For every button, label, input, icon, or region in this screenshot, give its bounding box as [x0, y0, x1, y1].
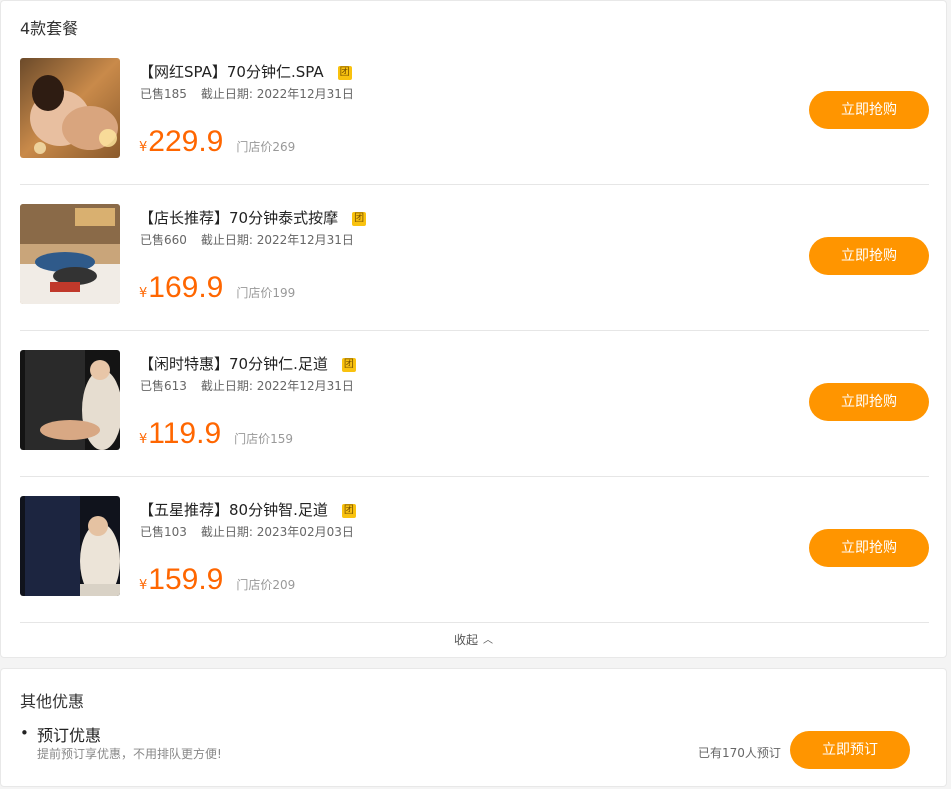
- deadline: 截止日期: 2022年12月31日: [200, 233, 354, 247]
- group-buy-badge: 团: [337, 66, 352, 80]
- deadline: 截止日期: 2022年12月31日: [200, 379, 354, 393]
- deal-price: 169.9: [148, 271, 224, 304]
- deal-thumbnail[interactable]: [20, 58, 120, 158]
- chevron-up-icon: ︿: [483, 635, 493, 646]
- sold-count: 已售660: [140, 233, 187, 247]
- sold-count: 已售185: [140, 87, 187, 101]
- deal-meta: 已售660 截止日期: 2022年12月31日: [140, 231, 354, 248]
- deal-name[interactable]: 【闲时特惠】70分钟仁.足道团: [139, 353, 356, 374]
- deal-name[interactable]: 【网红SPA】70分钟仁.SPA 团: [139, 61, 352, 82]
- foot-massage-photo: [20, 350, 120, 450]
- foot-massage-photo-2: [20, 496, 120, 596]
- price-row: ¥119.9 门店价159: [139, 417, 293, 453]
- store-price: 门店价269: [236, 140, 296, 154]
- store-price: 门店价209: [236, 578, 296, 592]
- group-buy-badge: 团: [341, 358, 356, 372]
- packages-title: 4款套餐: [20, 19, 79, 38]
- deal-price: 119.9: [148, 417, 222, 450]
- deadline: 截止日期: 2023年02月03日: [200, 525, 354, 539]
- spa-massage-photo: [20, 58, 120, 158]
- other-offers-card: 其他优惠 • 预订优惠 提前预订享优惠，不用排队更方便! 已有170人预订 立即…: [0, 668, 947, 787]
- reservation-count: 已有170人预订: [698, 746, 781, 760]
- thai-massage-photo: [20, 204, 120, 304]
- deal-thumbnail[interactable]: [20, 204, 120, 304]
- deadline: 截止日期: 2022年12月31日: [200, 87, 354, 101]
- currency-symbol: ¥: [139, 578, 148, 593]
- currency-symbol: ¥: [139, 286, 148, 301]
- buy-now-button[interactable]: 立即抢购: [809, 91, 929, 129]
- deal-name[interactable]: 【店长推荐】70分钟泰式按摩团: [139, 207, 367, 228]
- deal-thumbnail[interactable]: [20, 496, 120, 596]
- sold-count: 已售103: [140, 525, 187, 539]
- group-buy-badge: 团: [341, 504, 356, 518]
- store-price: 门店价159: [234, 432, 294, 446]
- other-offers-title: 其他优惠: [20, 692, 85, 711]
- offer-name: 预订优惠: [37, 726, 102, 745]
- packages-card: 4款套餐 【网红SPA】70分钟仁.SPA 团 已售185 截止日期: 2022…: [0, 0, 947, 658]
- deal-price: 229.9: [148, 125, 224, 158]
- reserve-now-button[interactable]: 立即预订: [790, 731, 910, 769]
- currency-symbol: ¥: [139, 432, 148, 447]
- deal-price: 159.9: [148, 563, 224, 596]
- buy-now-button[interactable]: 立即抢购: [809, 383, 929, 421]
- collapse-button[interactable]: 收起 ︿: [1, 631, 946, 648]
- buy-now-button[interactable]: 立即抢购: [809, 529, 929, 567]
- offer-description: 提前预订享优惠，不用排队更方便!: [37, 747, 222, 761]
- buy-now-button[interactable]: 立即抢购: [809, 237, 929, 275]
- deal-item[interactable]: 【网红SPA】70分钟仁.SPA 团 已售185 截止日期: 2022年12月31日…: [20, 39, 929, 185]
- sold-count: 已售613: [140, 379, 187, 393]
- deal-meta: 已售613 截止日期: 2022年12月31日: [140, 377, 354, 394]
- bullet-icon: •: [20, 724, 29, 742]
- deal-meta: 已售185 截止日期: 2022年12月31日: [140, 85, 354, 102]
- deal-item[interactable]: 【闲时特惠】70分钟仁.足道团 已售613 截止日期: 2022年12月31日 ¥…: [20, 331, 929, 477]
- deal-item[interactable]: 【五星推荐】80分钟智.足道团 已售103 截止日期: 2023年02月03日 ¥…: [20, 477, 929, 623]
- currency-symbol: ¥: [139, 140, 148, 155]
- deal-meta: 已售103 截止日期: 2023年02月03日: [140, 523, 354, 540]
- price-row: ¥229.9 门店价269: [139, 125, 295, 161]
- price-row: ¥159.9 门店价209: [139, 563, 295, 599]
- price-row: ¥169.9 门店价199: [139, 271, 295, 307]
- group-buy-badge: 团: [352, 212, 367, 226]
- collapse-label: 收起: [453, 633, 478, 647]
- deal-item[interactable]: 【店长推荐】70分钟泰式按摩团 已售660 截止日期: 2022年12月31日 ¥…: [20, 185, 929, 331]
- store-price: 门店价199: [236, 286, 296, 300]
- deal-name[interactable]: 【五星推荐】80分钟智.足道团: [139, 499, 356, 520]
- deal-thumbnail[interactable]: [20, 350, 120, 450]
